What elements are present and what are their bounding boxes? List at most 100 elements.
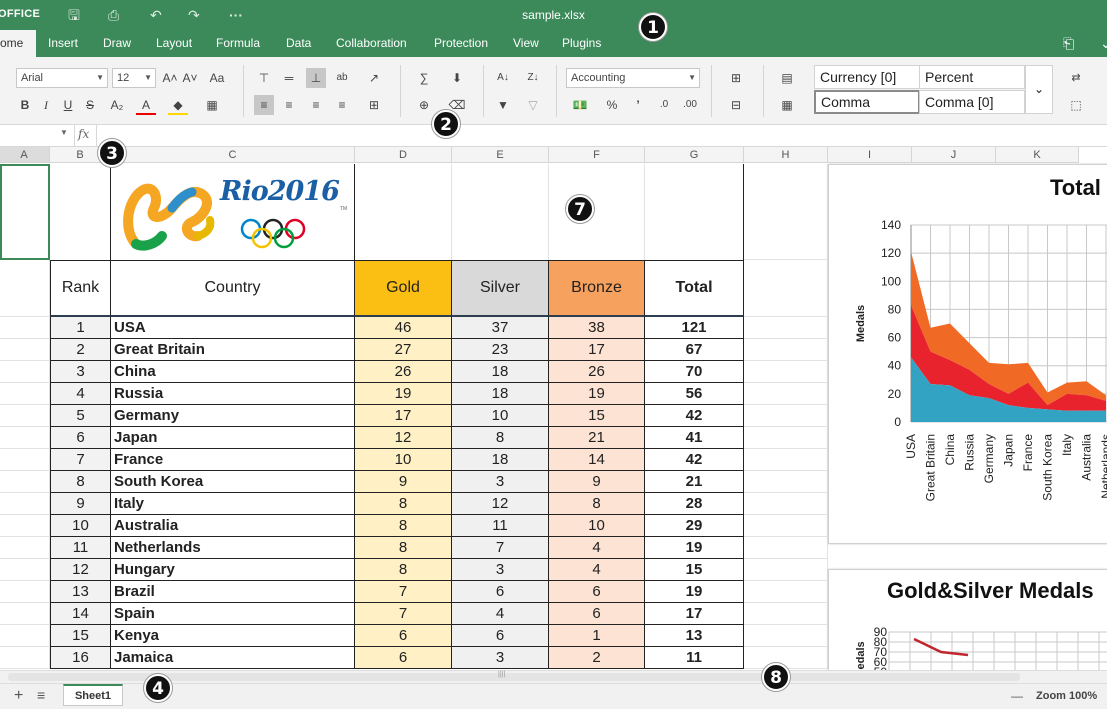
table-cell-bronze[interactable]: 38	[549, 317, 645, 339]
cell-style-percent[interactable]: Percent	[919, 65, 1025, 89]
table-cell-country[interactable]: Germany	[111, 405, 355, 427]
accounting-format-icon[interactable]: 💵	[566, 95, 594, 115]
table-cell-rank[interactable]: 11	[50, 537, 111, 559]
table-cell-rank[interactable]: 3	[50, 361, 111, 383]
insert-function-icon[interactable]: ⊕	[410, 95, 438, 115]
tab-draw[interactable]: Draw	[101, 30, 133, 57]
collapse-ribbon-icon[interactable]: ⌄	[1100, 35, 1107, 52]
table-cell-rank[interactable]: 10	[50, 515, 111, 537]
table-cell-country[interactable]: Kenya	[111, 625, 355, 647]
cell[interactable]	[0, 603, 50, 625]
cell-style-comma[interactable]: Comma	[814, 90, 920, 114]
filter-icon[interactable]: ▼	[493, 95, 513, 115]
cell[interactable]	[744, 405, 828, 427]
cell[interactable]	[0, 537, 50, 559]
cell[interactable]	[549, 164, 645, 260]
table-cell-rank[interactable]: 1	[50, 317, 111, 339]
cell[interactable]	[744, 361, 828, 383]
align-middle-icon[interactable]: ═	[279, 68, 299, 88]
selected-cell-a[interactable]	[0, 164, 50, 260]
cell[interactable]	[0, 471, 50, 493]
cell[interactable]	[645, 164, 744, 260]
scroll-handle[interactable]: ||||	[498, 671, 505, 678]
table-cell-country[interactable]: Japan	[111, 427, 355, 449]
cell[interactable]	[355, 164, 452, 260]
table-cell-gold[interactable]: 6	[355, 625, 452, 647]
table-cell-country[interactable]: South Korea	[111, 471, 355, 493]
table-cell-rank[interactable]: 12	[50, 559, 111, 581]
table-cell-gold[interactable]: 7	[355, 581, 452, 603]
table-cell-silver[interactable]: 3	[452, 559, 549, 581]
table-cell-rank[interactable]: 14	[50, 603, 111, 625]
table-cell-silver[interactable]: 12	[452, 493, 549, 515]
comma-style-button[interactable]: ’	[628, 95, 648, 115]
table-cell-silver[interactable]: 18	[452, 383, 549, 405]
chart-gold-silver-panel[interactable]: Gold&Silver Medals 9080706050Medals	[828, 569, 1107, 670]
header-country[interactable]: Country	[111, 260, 355, 317]
table-cell-silver[interactable]: 3	[452, 647, 549, 669]
cell[interactable]	[744, 515, 828, 537]
align-right-icon[interactable]: ≡	[306, 95, 326, 115]
table-cell-total[interactable]: 70	[645, 361, 744, 383]
table-cell-bronze[interactable]: 19	[549, 383, 645, 405]
cell[interactable]	[744, 164, 828, 260]
table-cell-bronze[interactable]: 6	[549, 581, 645, 603]
table-cell-total[interactable]: 19	[645, 581, 744, 603]
table-cell-gold[interactable]: 6	[355, 647, 452, 669]
table-cell-total[interactable]: 11	[645, 647, 744, 669]
sheet-tab-sheet1[interactable]: Sheet1	[63, 684, 123, 706]
table-cell-rank[interactable]: 15	[50, 625, 111, 647]
underline-button[interactable]: U	[58, 95, 78, 115]
table-cell-total[interactable]: 28	[645, 493, 744, 515]
add-sheet-button[interactable]: +	[14, 687, 23, 705]
tab-protection[interactable]: Protection	[432, 30, 490, 57]
bold-button[interactable]: B	[15, 95, 35, 115]
table-cell-bronze[interactable]: 21	[549, 427, 645, 449]
column-header-j[interactable]: J	[912, 147, 996, 163]
table-cell-gold[interactable]: 7	[355, 603, 452, 625]
table-cell-country[interactable]: USA	[111, 317, 355, 339]
table-cell-gold[interactable]: 27	[355, 339, 452, 361]
cell[interactable]	[0, 317, 50, 339]
column-header-f[interactable]: F	[549, 147, 645, 163]
conditional-format-icon[interactable]: ▤	[773, 68, 801, 88]
replace-icon[interactable]: ⇄	[1066, 68, 1086, 88]
wrap-text-icon[interactable]: ab	[332, 68, 352, 88]
table-cell-total[interactable]: 19	[645, 537, 744, 559]
column-header-c[interactable]: C	[111, 147, 355, 163]
table-cell-rank[interactable]: 5	[50, 405, 111, 427]
cell[interactable]	[744, 559, 828, 581]
table-cell-bronze[interactable]: 2	[549, 647, 645, 669]
tab-data[interactable]: Data	[284, 30, 313, 57]
column-header-k[interactable]: K	[996, 147, 1079, 163]
cell[interactable]	[0, 361, 50, 383]
cell[interactable]	[744, 647, 828, 669]
open-location-icon[interactable]: ⎗	[1063, 35, 1074, 52]
table-cell-total[interactable]: 42	[645, 449, 744, 471]
table-cell-bronze[interactable]: 6	[549, 603, 645, 625]
table-cell-country[interactable]: Brazil	[111, 581, 355, 603]
cell[interactable]	[744, 383, 828, 405]
table-cell-country[interactable]: China	[111, 361, 355, 383]
header-bronze[interactable]: Bronze	[549, 260, 645, 317]
table-cell-gold[interactable]: 8	[355, 559, 452, 581]
strikethrough-button[interactable]: S	[80, 95, 100, 115]
sort-ascending-button[interactable]: A↓	[493, 68, 513, 88]
column-header-g[interactable]: G	[645, 147, 744, 163]
column-header-a[interactable]: A	[0, 147, 50, 163]
table-cell-rank[interactable]: 9	[50, 493, 111, 515]
format-as-table-icon[interactable]: ▦	[773, 95, 801, 115]
header-gold[interactable]: Gold	[355, 260, 452, 317]
subscript-button[interactable]: A₂	[104, 95, 130, 115]
table-cell-gold[interactable]: 46	[355, 317, 452, 339]
decrease-decimal-icon[interactable]: .0	[654, 95, 674, 115]
increase-decimal-icon[interactable]: .00	[680, 95, 700, 115]
cell[interactable]	[744, 449, 828, 471]
font-size-select[interactable]: 12 ▼	[112, 68, 156, 88]
cell[interactable]	[744, 581, 828, 603]
header-silver[interactable]: Silver	[452, 260, 549, 317]
table-cell-gold[interactable]: 26	[355, 361, 452, 383]
chart-total-panel[interactable]: Total 0 20 40 60 80 100 120 140 USA Great Britain…	[828, 164, 1107, 544]
table-cell-bronze[interactable]: 10	[549, 515, 645, 537]
autosum-button[interactable]: ∑	[410, 68, 438, 88]
